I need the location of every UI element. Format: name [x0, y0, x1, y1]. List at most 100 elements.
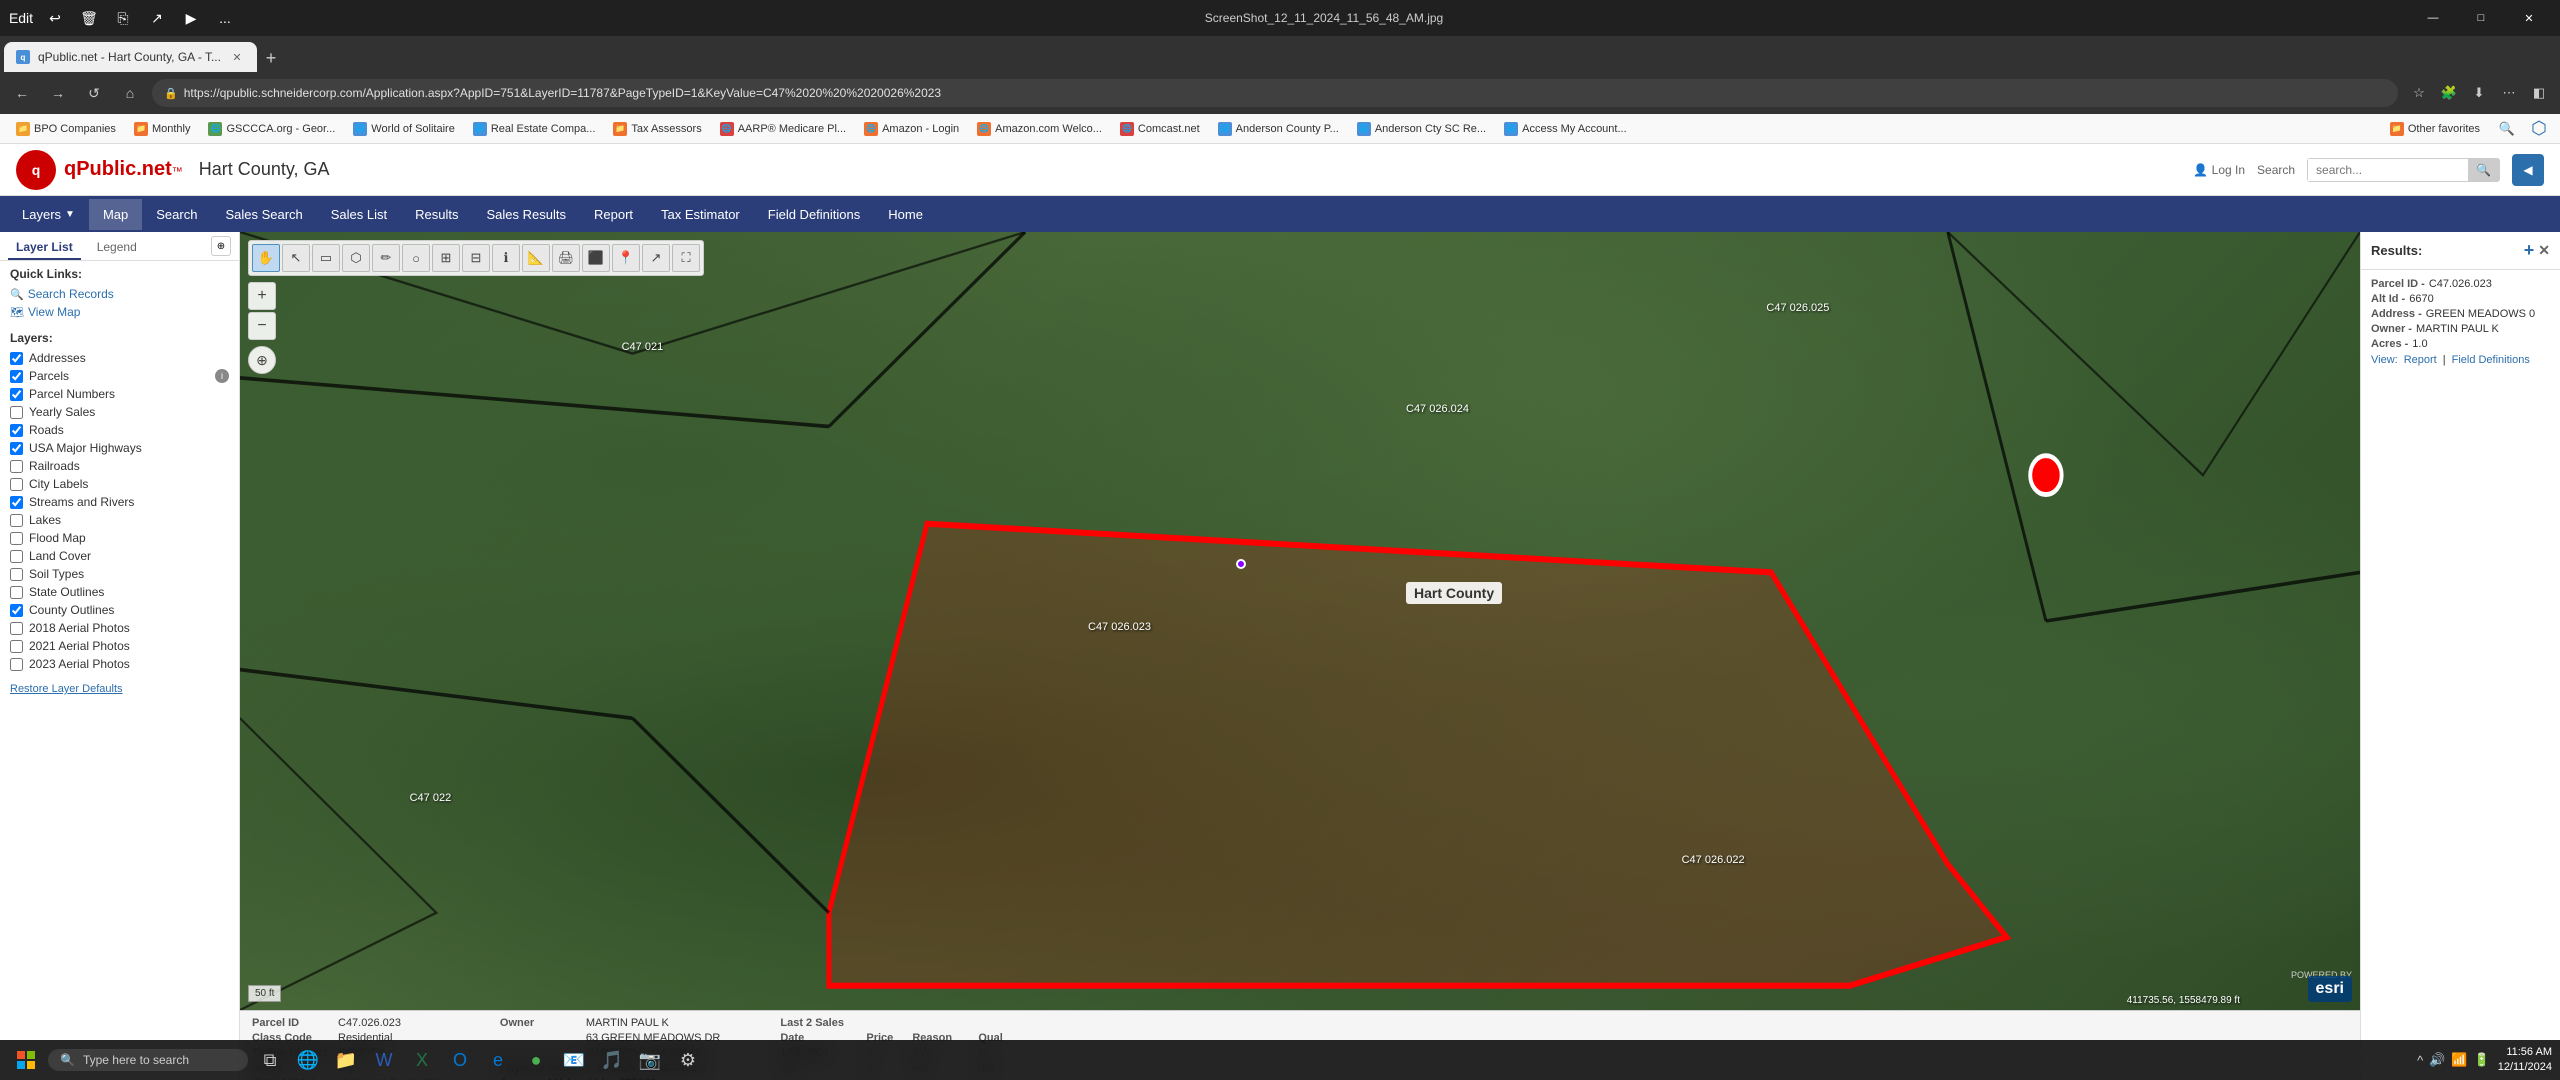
layer-state-outlines-label[interactable]: State Outlines	[29, 585, 104, 599]
nav-sales-list[interactable]: Sales List	[317, 199, 401, 230]
delete-button[interactable]: 🗑	[76, 5, 102, 31]
layer-county-outlines-checkbox[interactable]	[10, 604, 23, 617]
battery-icon[interactable]: 🔋	[2474, 1052, 2490, 1068]
extensions-button[interactable]: 🧩	[2436, 80, 2462, 106]
taskbar-app1-icon[interactable]: 📧	[556, 1042, 592, 1078]
layer-roads-label[interactable]: Roads	[29, 423, 64, 437]
taskbar-outlook-icon[interactable]: O	[442, 1042, 478, 1078]
layer-roads-checkbox[interactable]	[10, 424, 23, 437]
nav-map[interactable]: Map	[89, 199, 142, 230]
layer-2023-aerial-checkbox[interactable]	[10, 658, 23, 671]
tool-fullscreen[interactable]: ⛶	[672, 244, 700, 272]
taskbar-chrome-icon[interactable]: ●	[518, 1042, 554, 1078]
taskbar-explorer-icon[interactable]: 📁	[328, 1042, 364, 1078]
tool-circle[interactable]: ○	[402, 244, 430, 272]
address-box[interactable]: 🔒 https://qpublic.schneidercorp.com/Appl…	[152, 79, 2398, 107]
layer-yearly-sales-label[interactable]: Yearly Sales	[29, 405, 95, 419]
close-button[interactable]: ✕	[2506, 0, 2552, 36]
forward-button[interactable]: →	[44, 79, 72, 107]
layer-soil-types-checkbox[interactable]	[10, 568, 23, 581]
system-clock[interactable]: 11:56 AM 12/11/2024	[2498, 1045, 2552, 1076]
volume-icon[interactable]: 🔊	[2429, 1052, 2445, 1068]
sidebar-button[interactable]: ◧	[2526, 80, 2552, 106]
nav-home[interactable]: Home	[874, 199, 937, 230]
more-button[interactable]: ...	[212, 5, 238, 31]
locate-button[interactable]: ⊕	[211, 236, 231, 256]
nav-sales-search[interactable]: Sales Search	[211, 199, 316, 230]
layer-state-outlines-checkbox[interactable]	[10, 586, 23, 599]
layer-2018-aerial-label[interactable]: 2018 Aerial Photos	[29, 621, 130, 635]
nav-search[interactable]: Search	[142, 199, 211, 230]
nav-report[interactable]: Report	[580, 199, 647, 230]
bookmark-comcast[interactable]: 🌐 Comcast.net	[1112, 119, 1208, 139]
tab-close-button[interactable]: ✕	[229, 49, 245, 65]
layer-lakes-checkbox[interactable]	[10, 514, 23, 527]
refresh-button[interactable]: ↺	[80, 79, 108, 107]
result-field-defs-link[interactable]: Field Definitions	[2452, 354, 2530, 366]
layer-2021-aerial-checkbox[interactable]	[10, 640, 23, 653]
layer-parcel-numbers-label[interactable]: Parcel Numbers	[29, 387, 115, 401]
layer-parcels-checkbox[interactable]	[10, 370, 23, 383]
layer-2021-aerial-label[interactable]: 2021 Aerial Photos	[29, 639, 130, 653]
layer-yearly-sales-checkbox[interactable]	[10, 406, 23, 419]
bookmark-anderson-sc[interactable]: 🌐 Anderson Cty SC Re...	[1349, 119, 1494, 139]
tool-measure[interactable]: 📐	[522, 244, 550, 272]
bookmark-anderson-p[interactable]: 🌐 Anderson County P...	[1210, 119, 1347, 139]
taskbar-app3-icon[interactable]: 📷	[632, 1042, 668, 1078]
layer-railroads-label[interactable]: Railroads	[29, 459, 80, 473]
layer-land-cover-label[interactable]: Land Cover	[29, 549, 91, 563]
download-button[interactable]: ⬇	[2466, 80, 2492, 106]
compass-button[interactable]: ⊕	[248, 346, 276, 374]
minimize-button[interactable]: —	[2410, 0, 2456, 36]
search-input[interactable]	[2308, 159, 2468, 181]
nav-results[interactable]: Results	[401, 199, 472, 230]
browser-search-button[interactable]: 🔍	[2494, 116, 2520, 142]
layer-flood-map-checkbox[interactable]	[10, 532, 23, 545]
tab-layer-list[interactable]: Layer List	[8, 236, 81, 260]
bookmark-amazon-welcome[interactable]: 🌐 Amazon.com Welco...	[969, 119, 1110, 139]
new-tab-button[interactable]: +	[257, 44, 285, 72]
layer-railroads-checkbox[interactable]	[10, 460, 23, 473]
network-icon[interactable]: 📶	[2451, 1052, 2467, 1068]
tool-streetview[interactable]: 📍	[612, 244, 640, 272]
bookmark-access[interactable]: 🌐 Access My Account...	[1496, 119, 1635, 139]
restore-defaults-button[interactable]: Restore Layer Defaults	[10, 683, 123, 695]
layer-land-cover-checkbox[interactable]	[10, 550, 23, 563]
results-close-button[interactable]: ✕	[2538, 242, 2550, 259]
bookmark-amazon-login[interactable]: 🌐 Amazon - Login	[856, 119, 967, 139]
bookmark-aarp[interactable]: 🌐 AARP® Medicare Pl...	[712, 119, 854, 139]
tool-zoom-in-box[interactable]: ⊞	[432, 244, 460, 272]
bookmark-star-button[interactable]: ☆	[2406, 80, 2432, 106]
browser-menu-button[interactable]: ⋯	[2496, 80, 2522, 106]
active-tab[interactable]: q qPublic.net - Hart County, GA - T... ✕	[4, 42, 257, 72]
results-add-button[interactable]: +	[2524, 240, 2535, 261]
back-button[interactable]: ←	[8, 79, 36, 107]
bookmark-monthly[interactable]: 📁 Monthly	[126, 119, 199, 139]
home-button[interactable]: ⌂	[116, 79, 144, 107]
zoom-in-button[interactable]: +	[248, 282, 276, 310]
nav-sales-results[interactable]: Sales Results	[473, 199, 580, 230]
task-view-button[interactable]: ⧉	[252, 1042, 288, 1078]
taskbar-edge-icon[interactable]: e	[480, 1042, 516, 1078]
bookmark-realestate[interactable]: 🌐 Real Estate Compa...	[465, 119, 604, 139]
result-report-link[interactable]: Report	[2404, 354, 2437, 366]
layer-usa-highways-checkbox[interactable]	[10, 442, 23, 455]
nav-tax-estimator[interactable]: Tax Estimator	[647, 199, 754, 230]
start-button[interactable]	[8, 1042, 44, 1078]
layer-streams-label[interactable]: Streams and Rivers	[29, 495, 134, 509]
quick-link-map[interactable]: 🗺 View Map	[10, 303, 229, 321]
layer-usa-highways-label[interactable]: USA Major Highways	[29, 441, 142, 455]
quick-link-search[interactable]: 🔍 Search Records	[10, 285, 229, 303]
tab-legend[interactable]: Legend	[89, 236, 145, 260]
tool-print[interactable]: 🖨	[552, 244, 580, 272]
tool-freehand[interactable]: ✏	[372, 244, 400, 272]
taskbar-browser-icon[interactable]: 🌐	[290, 1042, 326, 1078]
nav-layers[interactable]: Layers ▼	[8, 199, 89, 230]
layer-2018-aerial-checkbox[interactable]	[10, 622, 23, 635]
layer-parcels-info-icon[interactable]: i	[215, 369, 229, 383]
layer-addresses-checkbox[interactable]	[10, 352, 23, 365]
layer-soil-types-label[interactable]: Soil Types	[29, 567, 84, 581]
taskbar-excel-icon[interactable]: X	[404, 1042, 440, 1078]
layer-streams-checkbox[interactable]	[10, 496, 23, 509]
taskbar-search-box[interactable]: 🔍 Type here to search	[48, 1049, 248, 1071]
